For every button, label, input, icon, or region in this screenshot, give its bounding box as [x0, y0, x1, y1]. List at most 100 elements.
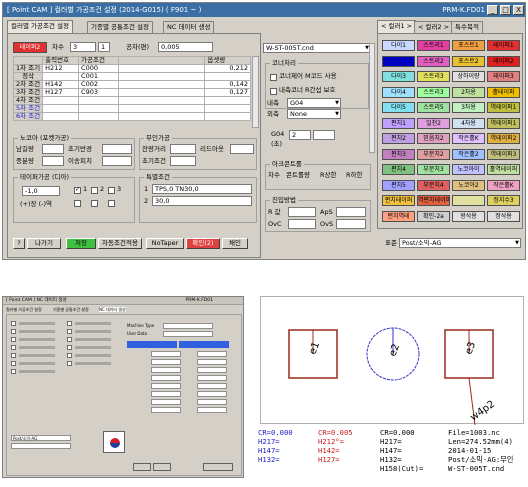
thumb-checkbox[interactable] [67, 353, 72, 358]
taper-opt-checkbox[interactable] [108, 187, 115, 194]
thumb-checkbox[interactable] [11, 361, 16, 366]
thumb-tab[interactable]: 컬러별 가공조건 설정 [6, 307, 42, 312]
thumb-field[interactable] [151, 367, 181, 373]
thumb-field[interactable] [151, 407, 181, 413]
color-button[interactable]: 정지수3 [487, 195, 520, 206]
color-button[interactable] [382, 55, 415, 67]
table-row[interactable]: 3차 조건 H127 C903 0,127 [12, 88, 251, 97]
taper-opt-checkbox[interactable] [91, 200, 98, 207]
table-scrollbar[interactable] [252, 56, 259, 128]
color-button[interactable]: 홀테이퍼 [487, 86, 520, 98]
color-button[interactable]: 상하이량 [452, 71, 485, 82]
thumb-file-select[interactable] [163, 331, 213, 337]
thumb-button[interactable] [133, 463, 151, 471]
color-button[interactable]: 다이1 [382, 40, 415, 51]
color-button[interactable]: 노코아이 [452, 164, 485, 175]
thumb-field[interactable] [197, 359, 227, 365]
thumb-checkbox[interactable] [67, 321, 72, 326]
outer-select[interactable]: None [287, 109, 341, 119]
rev-input[interactable]: 3 [70, 42, 96, 52]
entry-input[interactable] [336, 207, 366, 217]
thumb-button[interactable] [203, 463, 233, 471]
color-button[interactable]: 작은홀2 [452, 148, 485, 160]
unmanned-input[interactable] [170, 144, 196, 154]
entry-input[interactable] [288, 207, 316, 217]
table-row[interactable]: 6차 조건 [12, 112, 251, 121]
save-button[interactable]: 저장 [66, 238, 96, 249]
color-button[interactable]: 역편치테이퍼 [417, 195, 450, 206]
color-button[interactable]: 역테이퍼1 [487, 102, 520, 113]
color-button[interactable] [452, 195, 485, 206]
minimize-button[interactable]: _ [487, 5, 498, 15]
color-button[interactable]: 정삭용 [487, 210, 520, 222]
unmanned-input[interactable] [230, 144, 254, 154]
table-row[interactable]: 4차 조건 [12, 96, 251, 105]
thumb-field[interactable] [151, 359, 181, 365]
color-button[interactable]: 편치1 [382, 117, 415, 129]
thumb-checkbox[interactable] [67, 361, 72, 366]
current-color-label[interactable]: 테이퍼2 [13, 42, 47, 53]
thumb-field[interactable] [197, 375, 227, 381]
exit-button[interactable]: 나가기 [27, 238, 61, 249]
nozzle-input[interactable] [42, 144, 64, 154]
color-button[interactable]: 편치5 [382, 179, 415, 191]
tab-machine-common[interactable]: 기종별 공통조건 설정 [87, 21, 153, 33]
color-button[interactable]: 편치역테 [382, 210, 415, 222]
color-button[interactable]: 작은홀K [487, 179, 520, 191]
maximize-button[interactable]: □ [500, 5, 511, 15]
color-button[interactable]: 다이4 [382, 86, 415, 98]
thumb-field[interactable] [197, 367, 227, 373]
g04-input[interactable]: 2 [289, 130, 311, 140]
color-button[interactable]: 테이퍼2 [487, 55, 520, 67]
taper-opt-checkbox[interactable] [91, 187, 98, 194]
thumb-tab[interactable]: 기종별 공통조건 설정 [53, 307, 89, 312]
thumb-field[interactable] [197, 391, 227, 397]
color-button[interactable]: 편치3 [382, 148, 415, 160]
thumb-checkbox[interactable] [11, 329, 16, 334]
tab-color1[interactable]: < 컬러1 > [377, 20, 417, 33]
color-button[interactable]: 역테이퍼2 [487, 133, 520, 144]
corner-protect-checkbox[interactable] [270, 88, 277, 95]
inner-select[interactable]: G04 [287, 98, 341, 108]
special-row-input[interactable]: 30,0 [152, 196, 252, 206]
unmanned-input[interactable] [170, 156, 196, 166]
thumb-field[interactable] [151, 351, 181, 357]
post-select[interactable]: Post/소믹-AG [399, 238, 521, 248]
thumb-checkbox[interactable] [67, 329, 72, 334]
mid-scrollbar[interactable] [369, 43, 375, 153]
color-button[interactable]: 편치2 [382, 133, 415, 144]
tab-special[interactable]: 특수목적 [451, 21, 483, 33]
nozzle-input[interactable] [102, 144, 132, 154]
color-button[interactable]: 노코아2 [452, 179, 485, 191]
thumb-checkbox[interactable] [11, 353, 16, 358]
notaper-button[interactable]: NoTaper [146, 238, 184, 249]
thumb-machine-select[interactable] [163, 323, 213, 329]
color-button[interactable]: 작은홀K [452, 133, 485, 144]
color-button[interactable]: 부분치3 [417, 164, 450, 175]
table-row[interactable]: 1차 조기 H212 C000 0,212 [12, 64, 251, 73]
color-button[interactable]: 스트리1 [417, 40, 450, 51]
cond-file-select[interactable]: W-ST-005T.cnd [263, 43, 371, 53]
confirm-button[interactable]: 확인(2) [186, 238, 220, 249]
thumb-checkbox[interactable] [11, 369, 16, 374]
color-button[interactable]: 다이3 [382, 71, 415, 82]
help-button[interactable]: ? [13, 238, 25, 249]
color-button[interactable]: 테이퍼1 [487, 40, 520, 51]
color-button[interactable]: 스트리3 [417, 86, 450, 98]
table-row[interactable]: 5차 조건 [12, 104, 251, 113]
auto-apply-button[interactable]: 자동조건적용 [98, 238, 142, 249]
thumb-field[interactable] [151, 375, 181, 381]
color-button[interactable]: 테이퍼3 [487, 71, 520, 82]
tab-nc-data[interactable]: NC 데이터 생성 [163, 21, 215, 33]
color-button[interactable]: 포스트2 [452, 55, 485, 67]
color-button[interactable]: 믿음치2 [417, 133, 450, 144]
thumb-checkbox[interactable] [67, 345, 72, 350]
color-button[interactable]: 3차용 [452, 102, 485, 113]
thumb-checkbox[interactable] [11, 337, 16, 342]
thumb-field[interactable] [151, 391, 181, 397]
thumb-tab-active[interactable]: NC 데이터 생성 [99, 307, 126, 312]
color-button[interactable]: 부분치4 [417, 179, 450, 191]
close-button[interactable]: X [513, 5, 524, 15]
color-button[interactable]: 역테이퍼1 [487, 117, 520, 129]
thumb-button[interactable] [153, 463, 171, 471]
